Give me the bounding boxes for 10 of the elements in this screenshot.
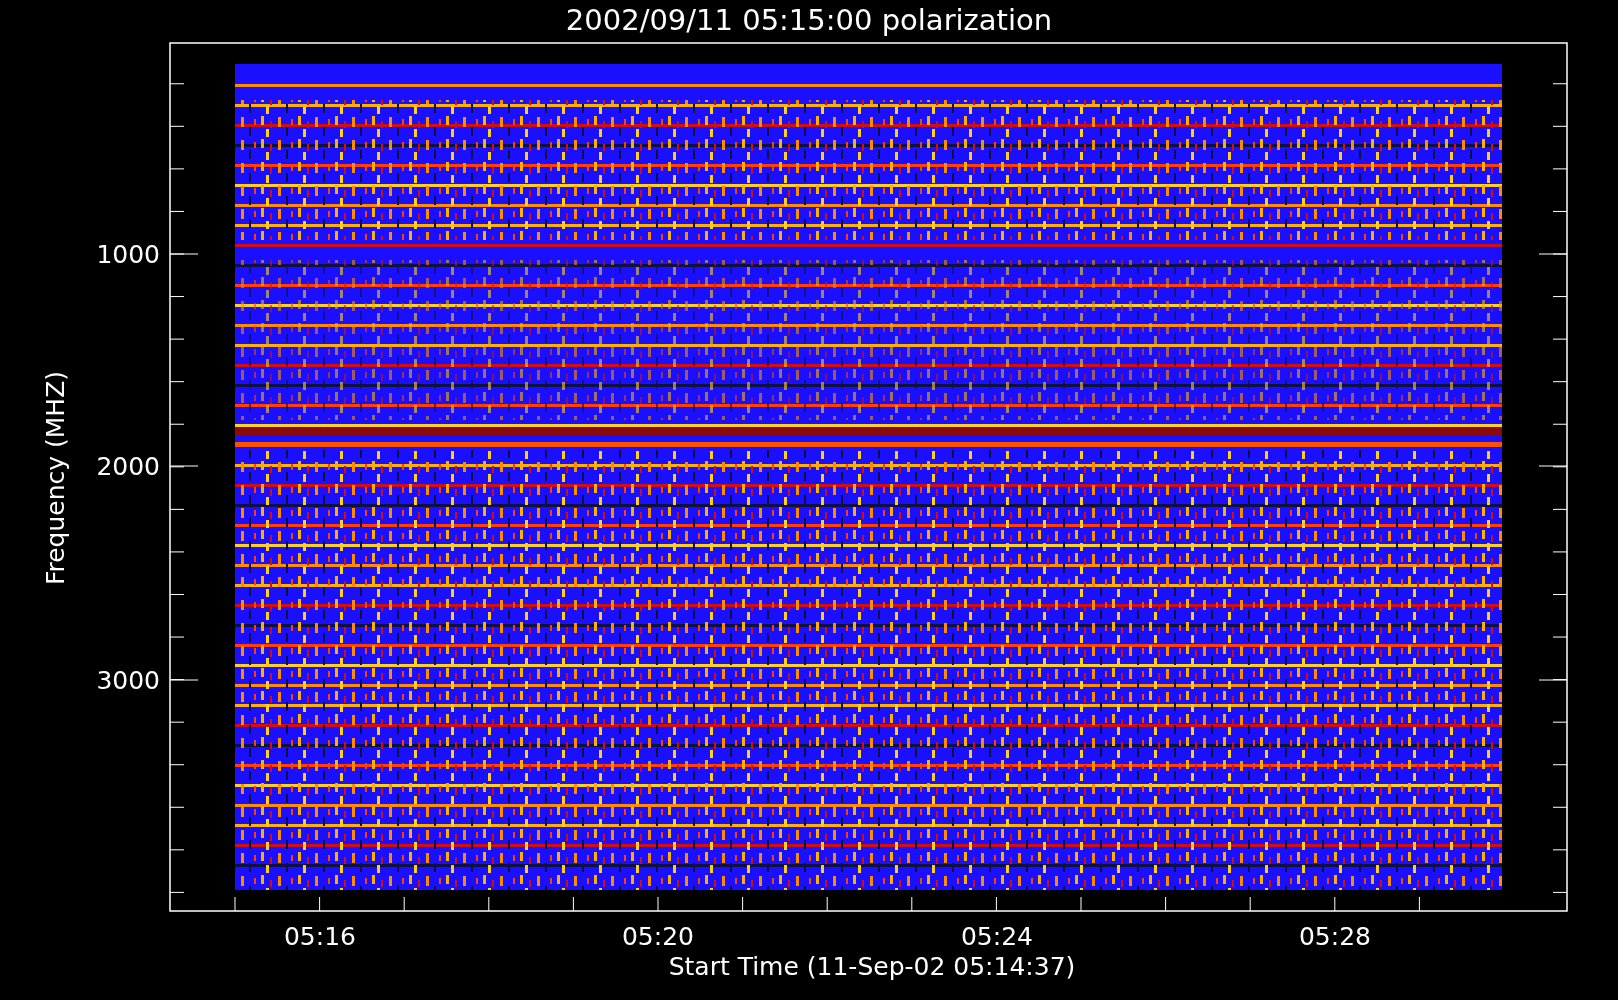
x-axis-title: Start Time (11-Sep-02 05:14:37) — [668, 952, 1076, 981]
x-tick-label: 05:16 — [284, 922, 356, 951]
y-tick-label: 2000 — [96, 452, 160, 481]
x-tick-label: 05:20 — [622, 922, 694, 951]
y-tick-label: 1000 — [96, 240, 160, 269]
x-tick-label: 05:28 — [1299, 922, 1371, 951]
y-tick-label: 3000 — [96, 666, 160, 695]
y-axis-title: Frequency (MHZ) — [41, 370, 70, 586]
x-tick-label: 05:24 — [961, 922, 1033, 951]
chart-title: 2002/09/11 05:15:00 polarization — [565, 3, 1053, 37]
